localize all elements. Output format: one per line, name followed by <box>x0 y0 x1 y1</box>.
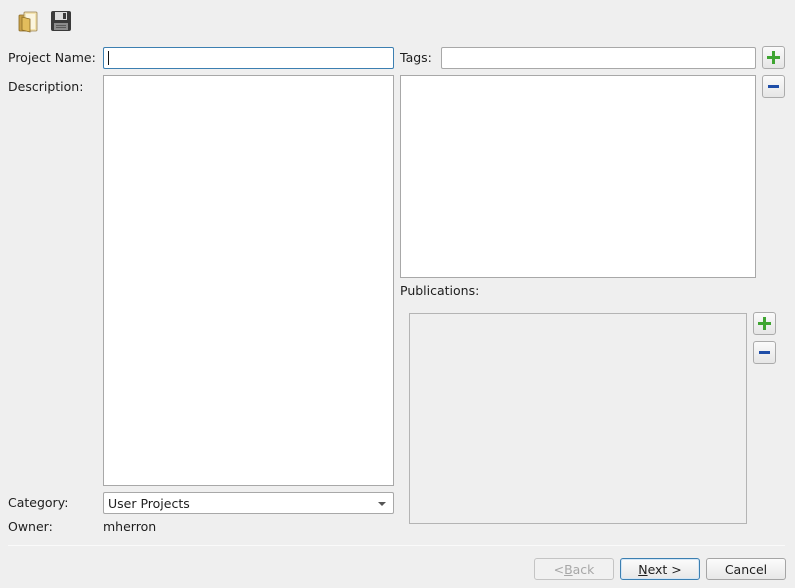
new-project-dialog: Project Name: Tags: Description: Publica… <box>0 0 795 588</box>
tags-label: Tags: <box>400 50 432 65</box>
cancel-button[interactable]: Cancel <box>706 558 786 580</box>
folder-open-icon <box>18 11 38 33</box>
project-name-label: Project Name: <box>8 50 96 65</box>
category-label: Category: <box>8 495 69 510</box>
minus-icon <box>759 351 770 354</box>
next-button[interactable]: Next > <box>620 558 700 580</box>
owner-value: mherron <box>103 519 157 534</box>
remove-publication-button[interactable] <box>753 341 776 364</box>
owner-label: Owner: <box>8 519 53 534</box>
button-bar-separator <box>8 545 785 546</box>
project-name-input[interactable] <box>103 47 394 69</box>
back-button-mnemonic: B <box>564 561 573 577</box>
open-project-button[interactable] <box>15 8 41 34</box>
back-button-label: ack <box>572 561 595 577</box>
plus-icon <box>767 51 780 64</box>
tags-list[interactable] <box>400 75 756 278</box>
publications-list[interactable] <box>409 313 747 524</box>
cancel-button-label: Cancel <box>724 561 768 577</box>
next-button-mnemonic: N <box>638 561 648 577</box>
save-project-button[interactable] <box>48 8 74 34</box>
description-label: Description: <box>8 79 84 94</box>
next-button-label: ext > <box>647 561 682 577</box>
plus-icon <box>758 317 771 330</box>
minus-icon <box>768 85 779 88</box>
category-selected-value: User Projects <box>108 495 190 511</box>
text-caret <box>108 51 109 65</box>
category-select[interactable]: User Projects <box>103 492 394 514</box>
remove-tag-button[interactable] <box>762 75 785 98</box>
description-textarea[interactable] <box>103 75 394 486</box>
floppy-save-icon <box>51 11 71 31</box>
back-button-prefix: < <box>553 561 565 577</box>
tags-input[interactable] <box>441 47 756 69</box>
add-tag-button[interactable] <box>762 46 785 69</box>
add-publication-button[interactable] <box>753 312 776 335</box>
publications-label: Publications: <box>400 283 480 298</box>
back-button[interactable]: < Back <box>534 558 614 580</box>
chevron-down-icon <box>378 502 386 506</box>
